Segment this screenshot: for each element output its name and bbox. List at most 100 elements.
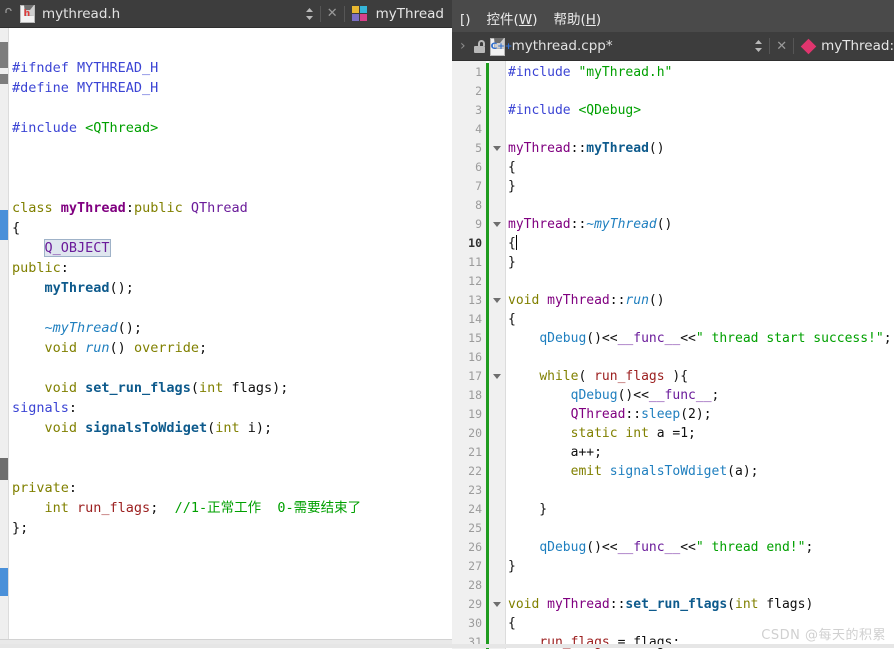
right-tab-close-icon[interactable]: ✕ bbox=[770, 39, 793, 54]
code-token: int bbox=[735, 597, 758, 612]
code-line[interactable] bbox=[508, 120, 892, 139]
menu-item-help[interactable]: 帮助(H) bbox=[545, 8, 609, 28]
left-symbol-label[interactable]: myThread bbox=[376, 6, 444, 22]
fold-toggle-icon[interactable] bbox=[493, 146, 501, 151]
code-line[interactable]: qDebug()<<__func__<<" thread end!"; bbox=[508, 538, 892, 557]
code-line[interactable]: emit signalsToWdiget(a); bbox=[508, 462, 892, 481]
right-tab-filename[interactable]: mythread.cpp* bbox=[512, 38, 613, 54]
line-number-gutter[interactable]: 1234567891011121314151617181920212223242… bbox=[452, 61, 486, 649]
code-line[interactable]: int run_flags; //1-正常工作 0-需要结束了 bbox=[12, 498, 361, 518]
menubar[interactable]: [) 控件(W) 帮助(H) 工期 11/12 bbox=[452, 0, 894, 32]
line-number: 26 bbox=[454, 538, 482, 557]
code-line[interactable]: void myThread::run() bbox=[508, 291, 892, 310]
code-line[interactable] bbox=[12, 578, 361, 598]
code-token: myThread bbox=[508, 141, 571, 156]
code-line[interactable]: } bbox=[508, 557, 892, 576]
code-line[interactable]: { bbox=[508, 158, 892, 177]
code-line[interactable]: myThread::~myThread() bbox=[508, 215, 892, 234]
left-code-area[interactable]: #ifndef MYTHREAD_H#define MYTHREAD_H #in… bbox=[0, 28, 452, 648]
code-line[interactable] bbox=[12, 558, 361, 578]
code-token bbox=[508, 426, 571, 441]
code-line[interactable] bbox=[508, 272, 892, 291]
code-line[interactable] bbox=[12, 178, 361, 198]
code-line[interactable]: QThread::sleep(2); bbox=[508, 405, 892, 424]
left-tab-updown-icon[interactable] bbox=[299, 7, 320, 21]
code-line[interactable] bbox=[12, 598, 361, 618]
code-line[interactable]: }; bbox=[12, 518, 361, 538]
right-source-code[interactable]: #include "myThread.h" #include <QDebug> … bbox=[508, 63, 892, 649]
code-line[interactable] bbox=[12, 158, 361, 178]
code-line[interactable]: private: bbox=[12, 478, 361, 498]
code-line[interactable]: { bbox=[12, 218, 361, 238]
code-line[interactable]: #include <QDebug> bbox=[508, 101, 892, 120]
code-line[interactable]: void set_run_flags(int flags); bbox=[12, 378, 361, 398]
code-line[interactable] bbox=[12, 138, 361, 158]
code-token: __func__ bbox=[618, 540, 681, 555]
unlock-icon[interactable] bbox=[474, 40, 486, 53]
code-token: static int bbox=[571, 426, 649, 441]
code-line[interactable]: } bbox=[508, 177, 892, 196]
right-tab-updown-icon[interactable] bbox=[748, 39, 769, 53]
code-line[interactable]: myThread::myThread() bbox=[508, 139, 892, 158]
left-tab-close-icon[interactable]: ✕ bbox=[321, 6, 344, 21]
code-line[interactable]: myThread(); bbox=[12, 278, 361, 298]
code-line[interactable] bbox=[508, 196, 892, 215]
code-line[interactable] bbox=[508, 576, 892, 595]
code-line[interactable]: { bbox=[508, 310, 892, 329]
code-line[interactable] bbox=[12, 298, 361, 318]
code-line[interactable]: void run() override; bbox=[12, 338, 361, 358]
right-symbol-label[interactable]: myThread: bbox=[821, 38, 894, 54]
code-line[interactable]: static int a =1; bbox=[508, 424, 892, 443]
code-line[interactable]: a++; bbox=[508, 443, 892, 462]
code-line[interactable] bbox=[508, 481, 892, 500]
right-code-area[interactable]: 1234567891011121314151617181920212223242… bbox=[452, 61, 894, 649]
fold-toggle-icon[interactable] bbox=[493, 374, 501, 379]
code-line[interactable] bbox=[12, 438, 361, 458]
code-token: " thread start success!" bbox=[696, 331, 884, 346]
menu-item-widgets[interactable]: 控件(W) bbox=[479, 8, 546, 28]
left-marker-strip[interactable] bbox=[0, 28, 9, 648]
fold-column[interactable] bbox=[489, 61, 506, 649]
code-line[interactable]: #ifndef MYTHREAD_H bbox=[12, 58, 361, 78]
code-line[interactable] bbox=[508, 348, 892, 367]
code-line[interactable]: void signalsToWdiget(int i); bbox=[12, 418, 361, 438]
left-source-code[interactable]: #ifndef MYTHREAD_H#define MYTHREAD_H #in… bbox=[12, 58, 361, 648]
code-line[interactable] bbox=[12, 458, 361, 478]
code-token: () bbox=[110, 340, 134, 356]
code-line[interactable] bbox=[12, 538, 361, 558]
code-line[interactable] bbox=[12, 98, 361, 118]
fold-toggle-icon[interactable] bbox=[493, 222, 501, 227]
code-line[interactable]: Q_OBJECT bbox=[12, 238, 361, 258]
lock-icon[interactable] bbox=[0, 7, 16, 20]
code-line[interactable]: } bbox=[508, 500, 892, 519]
code-line[interactable]: void myThread::set_run_flags(int flags) bbox=[508, 595, 892, 614]
code-line[interactable]: } bbox=[508, 253, 892, 272]
left-tabbar[interactable]: h mythread.h ✕ myThread bbox=[0, 0, 452, 28]
code-line[interactable] bbox=[508, 519, 892, 538]
code-line[interactable] bbox=[12, 618, 361, 638]
code-line[interactable]: signals: bbox=[12, 398, 361, 418]
code-token: ){ bbox=[665, 369, 688, 384]
code-line[interactable] bbox=[508, 82, 892, 101]
code-line[interactable]: qDebug()<<__func__<<" thread start succe… bbox=[508, 329, 892, 348]
code-line[interactable]: public: bbox=[12, 258, 361, 278]
left-tab-filename[interactable]: mythread.h bbox=[42, 6, 120, 22]
code-line[interactable]: #define MYTHREAD_H bbox=[12, 78, 361, 98]
code-token: while bbox=[539, 369, 578, 384]
menu-item-partial[interactable]: [) bbox=[452, 12, 479, 28]
code-token: (2); bbox=[680, 407, 711, 422]
code-line[interactable]: ~myThread(); bbox=[12, 318, 361, 338]
code-token bbox=[508, 407, 571, 422]
code-line[interactable]: qDebug()<<__func__; bbox=[508, 386, 892, 405]
code-line[interactable] bbox=[12, 358, 361, 378]
code-line[interactable]: while( run_flags ){ bbox=[508, 367, 892, 386]
chevron-right-icon[interactable]: › bbox=[452, 38, 472, 54]
fold-toggle-icon[interactable] bbox=[493, 298, 501, 303]
code-token: "myThread.h" bbox=[578, 65, 672, 80]
code-line[interactable]: #include "myThread.h" bbox=[508, 63, 892, 82]
code-line[interactable]: { bbox=[508, 234, 892, 253]
code-line[interactable]: class myThread:public QThread bbox=[12, 198, 361, 218]
right-tabbar[interactable]: › C++ mythread.cpp* ✕ myThread: bbox=[452, 32, 894, 61]
fold-toggle-icon[interactable] bbox=[493, 602, 501, 607]
code-line[interactable]: #include <QThread> bbox=[12, 118, 361, 138]
